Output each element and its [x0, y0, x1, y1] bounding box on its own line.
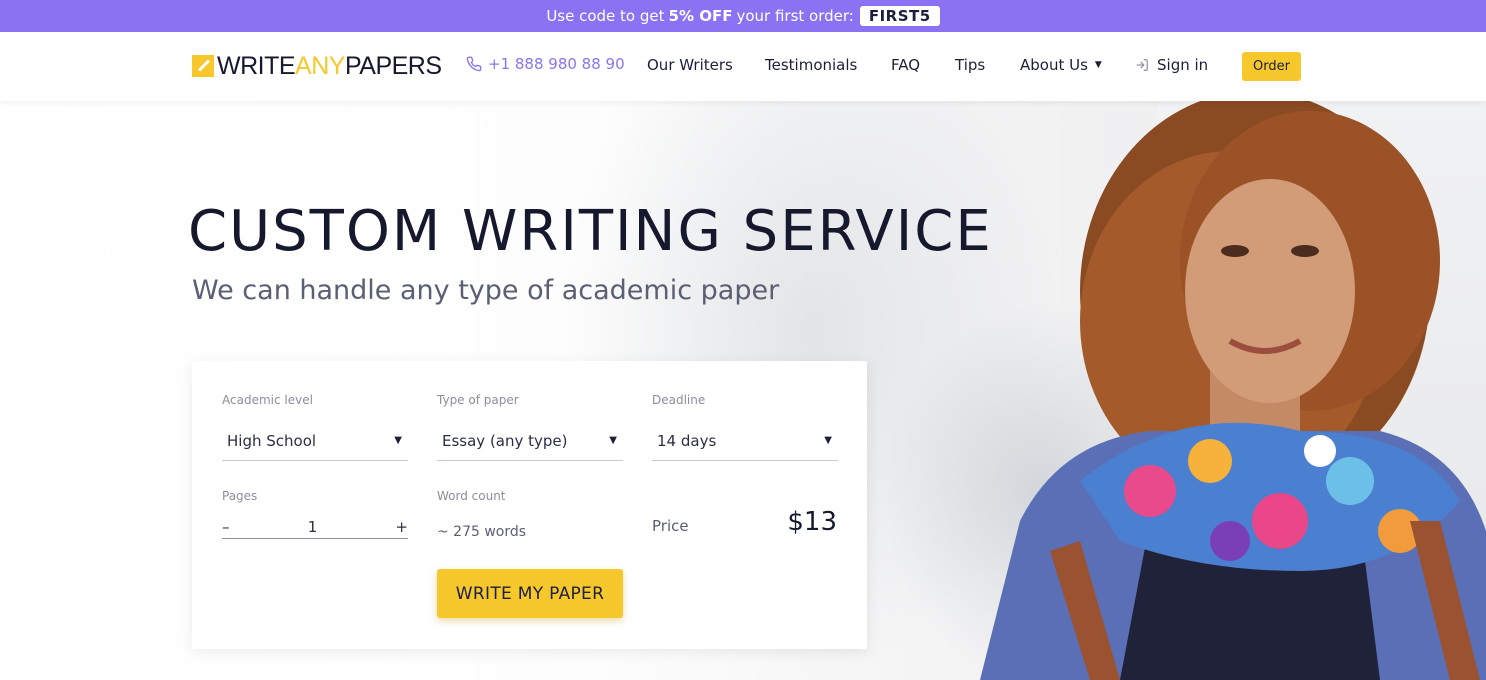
- hero-woman-image: [980, 101, 1486, 680]
- sign-in-link[interactable]: Sign in: [1135, 56, 1208, 74]
- write-my-paper-button[interactable]: WRITE MY PAPER: [437, 569, 623, 618]
- dropdown-arrow-icon: ▼: [394, 435, 402, 446]
- sign-in-label: Sign in: [1157, 56, 1209, 74]
- word-count-label: Word count: [437, 489, 506, 503]
- word-count-value: ~ 275 words: [437, 524, 527, 540]
- hero-section: CUSTOM WRITING SERVICE We can handle any…: [0, 101, 1486, 680]
- nav-about-us-label: About Us: [1020, 56, 1088, 74]
- order-form: Academic level High School ▼ Type of pap…: [192, 361, 867, 649]
- deadline-value: 14 days: [657, 431, 717, 450]
- site-header: WRITEANYPAPERS +1 888 980 88 90 Our Writ…: [0, 32, 1486, 101]
- pages-label: Pages: [222, 489, 258, 503]
- pages-stepper[interactable]: – 1 +: [222, 515, 408, 539]
- phone-number: +1 888 980 88 90: [488, 55, 625, 73]
- type-of-paper-select[interactable]: Essay (any type) ▼: [437, 421, 623, 461]
- nav-testimonials[interactable]: Testimonials: [765, 56, 857, 74]
- price-label: Price: [652, 517, 689, 535]
- pages-value[interactable]: 1: [308, 518, 318, 536]
- nav-tips[interactable]: Tips: [955, 56, 985, 74]
- nav-our-writers[interactable]: Our Writers: [647, 56, 733, 74]
- pages-decrement-button[interactable]: –: [222, 518, 230, 536]
- deadline-label: Deadline: [652, 393, 706, 407]
- promo-code[interactable]: FIRST5: [859, 6, 940, 26]
- type-of-paper-label: Type of paper: [437, 393, 519, 407]
- hero-title: CUSTOM WRITING SERVICE: [188, 199, 993, 264]
- type-of-paper-value: Essay (any type): [442, 431, 568, 450]
- promo-bar: Use code to get 5% OFF your first order:…: [0, 0, 1486, 32]
- promo-text-before: Use code to get: [546, 7, 665, 25]
- academic-level-value: High School: [227, 431, 317, 450]
- promo-discount: 5% OFF: [668, 7, 733, 25]
- logo-text: WRITEANYPAPERS: [217, 51, 442, 80]
- promo-text-after: your first order:: [736, 7, 854, 25]
- nav-faq[interactable]: FAQ: [891, 56, 920, 74]
- caret-down-icon: ▼: [1094, 60, 1102, 70]
- logo-pencil-icon: [192, 55, 214, 77]
- pages-increment-button[interactable]: +: [395, 518, 408, 536]
- sign-in-icon: [1136, 59, 1148, 71]
- academic-level-label: Academic level: [222, 393, 313, 407]
- price-value: $13: [787, 507, 837, 537]
- hero-subtitle: We can handle any type of academic paper: [192, 275, 780, 306]
- dropdown-arrow-icon: ▼: [609, 435, 617, 446]
- order-button[interactable]: Order: [1242, 52, 1301, 81]
- logo[interactable]: WRITEANYPAPERS: [192, 52, 442, 80]
- dropdown-arrow-icon: ▼: [824, 435, 832, 446]
- nav-about-us[interactable]: About Us ▼: [1020, 56, 1102, 74]
- deadline-select[interactable]: 14 days ▼: [652, 421, 838, 461]
- academic-level-select[interactable]: High School ▼: [222, 421, 408, 461]
- phone-icon: [466, 56, 482, 72]
- phone-link[interactable]: +1 888 980 88 90: [466, 55, 625, 73]
